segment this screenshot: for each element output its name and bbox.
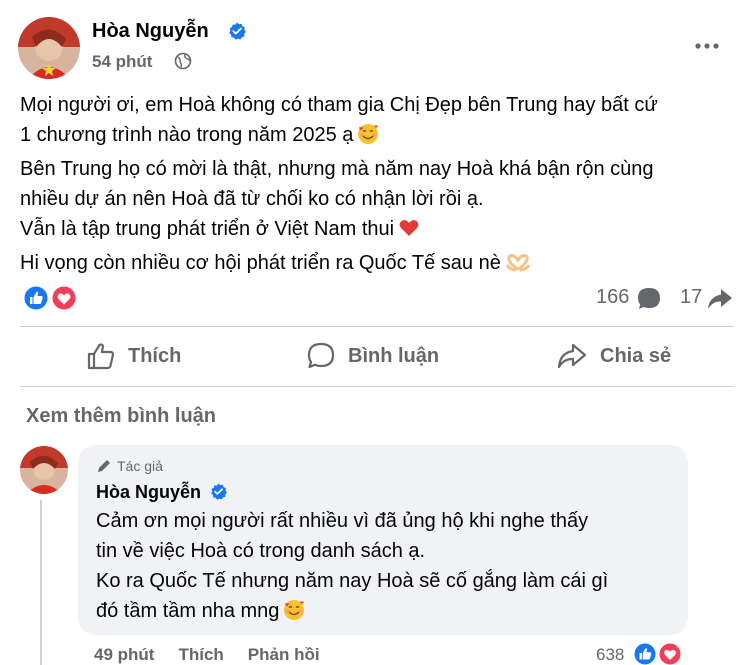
globe-icon [174,52,192,75]
verified-badge-icon [210,483,227,505]
comment-reply-button[interactable]: Phản hồi [248,645,320,665]
comment-reactions-summary[interactable] [632,641,688,665]
more-dots-icon [695,43,719,49]
heart-hands-icon [505,251,531,282]
pencil-icon [98,460,110,472]
like-reaction-icon [22,284,50,312]
more-options-button[interactable] [690,32,724,60]
post-line: 1 chương trình nào trong năm 2025 ạ [20,124,354,146]
comment-line: Ko ra Quốc Tế nhưng năm nay Hoà sẽ cố gắ… [96,570,609,592]
smiling-face-with-hearts-icon [283,599,305,630]
love-reaction-icon [657,641,683,665]
share-arrow-icon [706,286,734,317]
post-line: Vẫn là tập trung phát triển ở Việt Nam t… [20,218,395,240]
comment-text: Cảm ơn mọi người rất nhiều vì đã ủng hộ … [96,506,608,630]
author-name[interactable]: Hòa Nguyễn [92,20,209,43]
thread-line [40,500,42,665]
see-more-comments-link[interactable]: Xem thêm bình luận [26,405,216,428]
share-outline-icon [557,343,587,369]
post-line: Mọi người ơi, em Hoà không có tham gia C… [20,94,658,116]
verified-badge-icon [228,22,246,45]
thumbs-up-icon [87,343,115,370]
like-reaction-icon [632,641,658,665]
love-reaction-icon [50,284,78,312]
comment-line: Cảm ơn mọi người rất nhiều vì đã ủng hộ … [96,510,589,532]
share-label: Chia sẻ [600,344,672,367]
smiling-face-with-hearts-icon [357,123,379,154]
comment-reaction-count[interactable]: 638 [596,645,624,665]
like-button[interactable]: Thích [86,336,181,376]
author-badge: Tác giả [96,458,163,474]
comment-timestamp[interactable]: 49 phút [94,645,154,665]
commenter-avatar[interactable] [20,446,68,494]
post-timestamp[interactable]: 54 phút [92,52,152,72]
post-text: Mọi người ơi, em Hoà không có tham gia C… [20,90,740,282]
divider [20,326,734,327]
comment-label: Bình luận [348,344,440,367]
divider [20,386,734,387]
comment-bubble-icon [636,286,662,317]
comment-line: đó tầm tầm nha mng [96,600,280,622]
share-count[interactable]: 17 [680,286,702,309]
post-line: Bên Trung họ có mời là thật, nhưng mà nă… [20,158,654,180]
post-line: Hi vọng còn nhiều cơ hội phát triển ra Q… [20,252,501,274]
share-button[interactable]: Chia sẻ [556,336,671,376]
comment-button[interactable]: Bình luận [306,336,439,376]
comment-line: tin về việc Hoà có trong danh sách ạ. [96,540,426,562]
red-heart-icon [398,217,420,248]
reactions-summary[interactable] [22,284,78,312]
like-label: Thích [128,344,182,367]
author-badge-label: Tác giả [117,458,163,474]
comment-count[interactable]: 166 [596,286,629,309]
comment-meta: 49 phút Thích Phản hồi [94,645,320,665]
author-avatar[interactable] [18,17,80,79]
comment-outline-icon [307,342,335,369]
post-line: nhiều dự án nên Hoà đã từ chối ko có nhậ… [20,188,484,210]
comment-author-name[interactable]: Hòa Nguyễn [96,482,201,503]
comment-like-button[interactable]: Thích [178,645,223,665]
